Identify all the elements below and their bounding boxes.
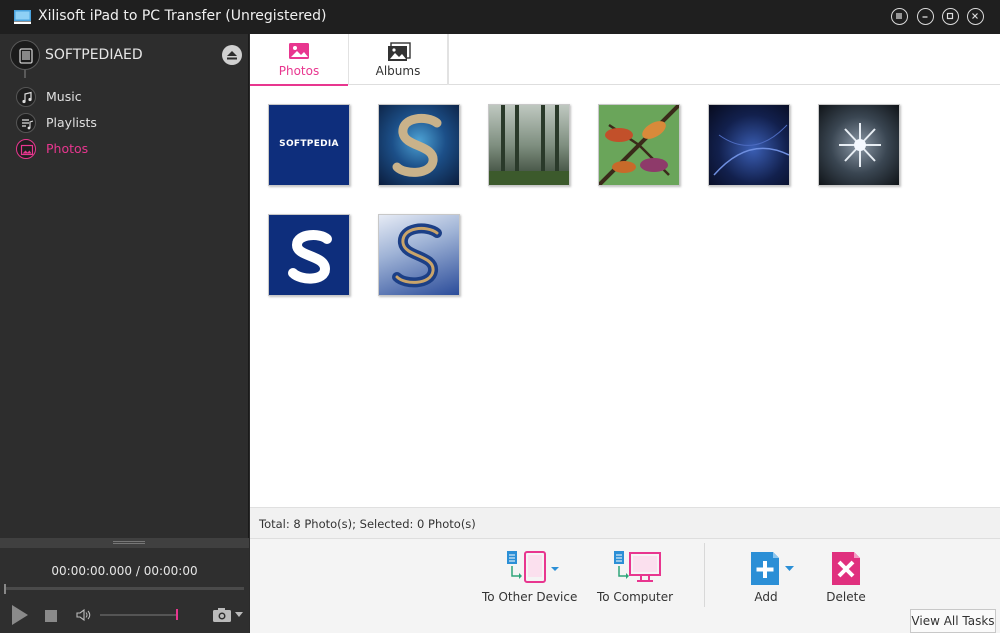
app-icon	[14, 10, 31, 24]
eject-icon	[227, 51, 237, 60]
transfer-to-device-icon	[507, 551, 559, 583]
maximize-icon	[946, 12, 954, 20]
volume-slider[interactable]	[100, 614, 178, 616]
device-name: SOFTPEDIAED	[45, 47, 143, 63]
maximize-button[interactable]	[942, 8, 959, 25]
sidebar-item-label: Playlists	[46, 115, 97, 130]
tab-albums[interactable]: Albums	[349, 34, 448, 85]
to-other-device-button[interactable]: To Other Device	[482, 549, 577, 604]
volume-icon[interactable]	[76, 608, 92, 622]
camera-icon[interactable]	[212, 607, 232, 623]
photo-thumbnail[interactable]	[818, 104, 900, 186]
seek-bar[interactable]	[5, 587, 244, 590]
photo-thumbnail[interactable]: SOFTPEDIA	[268, 104, 350, 186]
view-all-tasks-button[interactable]: View All Tasks	[910, 609, 996, 633]
transfer-to-computer-icon	[614, 551, 661, 582]
albums-tab-icon	[388, 42, 411, 61]
action-toolbar: To Other Device To Computer Add Delete V…	[250, 538, 1000, 633]
playback-time: 00:00:00.000 / 00:00:00	[51, 564, 198, 578]
to-computer-button[interactable]: To Computer	[590, 549, 680, 604]
window-title: Xilisoft iPad to PC Transfer (Unregister…	[38, 8, 327, 24]
add-button[interactable]: Add	[740, 549, 794, 604]
sidebar-item-music[interactable]: Music	[10, 85, 240, 109]
photo-thumbnail[interactable]	[378, 104, 460, 186]
tab-photos[interactable]: Photos	[250, 34, 349, 86]
delete-icon	[832, 552, 860, 585]
resize-grip[interactable]	[0, 538, 249, 548]
close-icon	[972, 13, 978, 19]
sidebar-item-label: Music	[46, 89, 82, 104]
status-bar: Total: 8 Photo(s); Selected: 0 Photo(s)	[250, 507, 1000, 538]
seek-handle[interactable]	[4, 584, 6, 594]
play-icon[interactable]	[10, 604, 30, 626]
volume-handle[interactable]	[176, 609, 178, 620]
photo-thumbnail[interactable]	[488, 104, 570, 186]
sidebar-item-playlists[interactable]: Playlists	[10, 111, 240, 135]
ipad-device-icon	[10, 40, 40, 70]
device-header[interactable]: SOFTPEDIAED	[10, 40, 242, 78]
eject-button[interactable]	[222, 45, 242, 65]
playlist-icon	[16, 113, 36, 133]
stop-icon[interactable]	[44, 609, 58, 623]
add-icon	[751, 552, 794, 585]
main-panel: Photos Albums SOFTPEDIA Total: 8 Photo(s…	[250, 34, 1000, 633]
photo-thumbnail[interactable]	[268, 214, 350, 296]
delete-button[interactable]: Delete	[821, 549, 871, 604]
minimize-icon	[922, 16, 928, 18]
sidebar-item-label: Photos	[46, 141, 89, 156]
photo-thumbnail[interactable]	[708, 104, 790, 186]
menu-icon	[896, 13, 902, 19]
menu-button[interactable]	[891, 8, 908, 25]
photo-thumbnail[interactable]	[598, 104, 680, 186]
sidebar: SOFTPEDIAED Music Playlists Photos 00:00…	[0, 34, 249, 633]
chevron-down-icon[interactable]	[235, 612, 243, 618]
sidebar-item-photos[interactable]: Photos	[10, 137, 240, 161]
music-note-icon	[16, 87, 36, 107]
minimize-button[interactable]	[917, 8, 934, 25]
title-bar: Xilisoft iPad to PC Transfer (Unregister…	[0, 0, 1000, 34]
photo-thumbnail[interactable]	[378, 214, 460, 296]
close-button[interactable]	[967, 8, 984, 25]
tab-bar: Photos Albums	[250, 34, 1000, 86]
photos-tab-icon	[289, 43, 309, 59]
photo-icon	[16, 139, 36, 159]
media-player: 00:00:00.000 / 00:00:00	[0, 538, 249, 633]
status-text: Total: 8 Photo(s); Selected: 0 Photo(s)	[259, 517, 476, 531]
